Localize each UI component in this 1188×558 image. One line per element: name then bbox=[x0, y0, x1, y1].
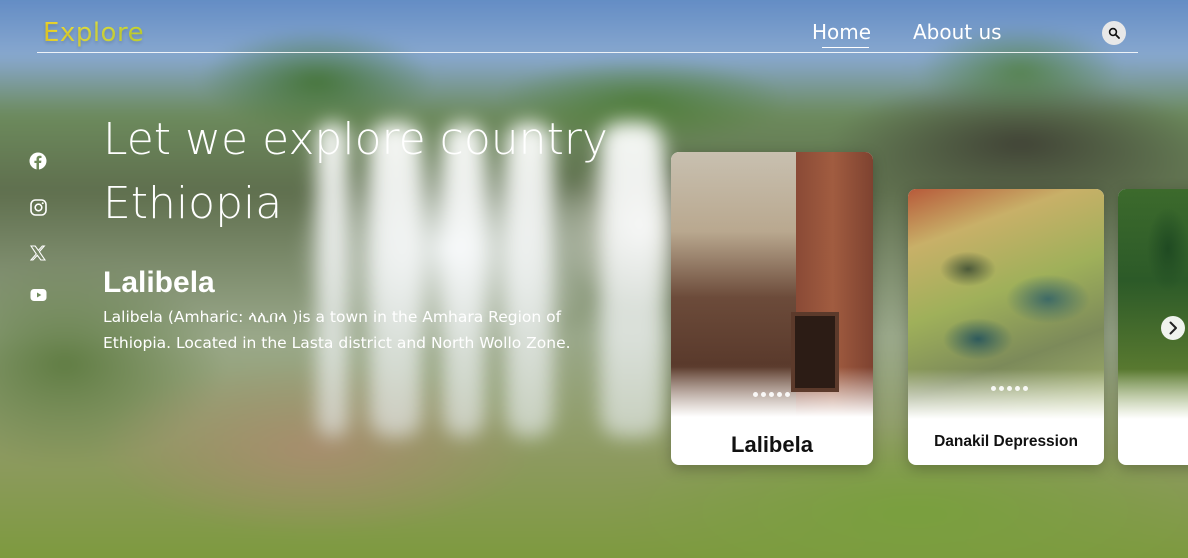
card-title: Danakil Depression bbox=[934, 433, 1078, 450]
card-photo bbox=[1118, 189, 1188, 419]
instagram-icon bbox=[29, 198, 47, 216]
carousel-dots bbox=[991, 386, 1028, 391]
destination-card-lalibela[interactable]: Lalibela bbox=[671, 152, 873, 465]
instagram-link[interactable] bbox=[29, 198, 47, 216]
navbar: Explore Home About us bbox=[37, 14, 1138, 53]
card-title: Lalibela bbox=[731, 432, 813, 457]
carousel-next-button[interactable] bbox=[1161, 316, 1185, 340]
place-name: Lalibela bbox=[103, 266, 215, 299]
card-photo-detail bbox=[791, 312, 839, 392]
carousel-dots bbox=[753, 392, 790, 397]
logo[interactable]: Explore bbox=[43, 18, 144, 48]
nav-link-home[interactable]: Home bbox=[812, 20, 871, 48]
search-button[interactable] bbox=[1102, 21, 1126, 45]
place-description: Lalibela (Amharic: ላሊበላ )is a town in th… bbox=[103, 308, 571, 352]
card-photo bbox=[671, 152, 873, 417]
search-icon bbox=[1108, 27, 1120, 39]
youtube-icon bbox=[30, 289, 46, 301]
card-photo bbox=[908, 189, 1104, 419]
youtube-link[interactable] bbox=[29, 286, 47, 304]
facebook-icon bbox=[29, 152, 47, 170]
facebook-link[interactable] bbox=[29, 152, 47, 170]
destination-card-danakil[interactable]: Danakil Depression bbox=[908, 189, 1104, 465]
nav-link-about-us[interactable]: About us bbox=[913, 20, 1002, 44]
hero-title: Let we explore country Ethiopia bbox=[103, 114, 608, 229]
x-twitter-link[interactable] bbox=[29, 244, 47, 262]
chevron-right-icon bbox=[1169, 321, 1177, 335]
x-twitter-icon bbox=[30, 245, 46, 261]
